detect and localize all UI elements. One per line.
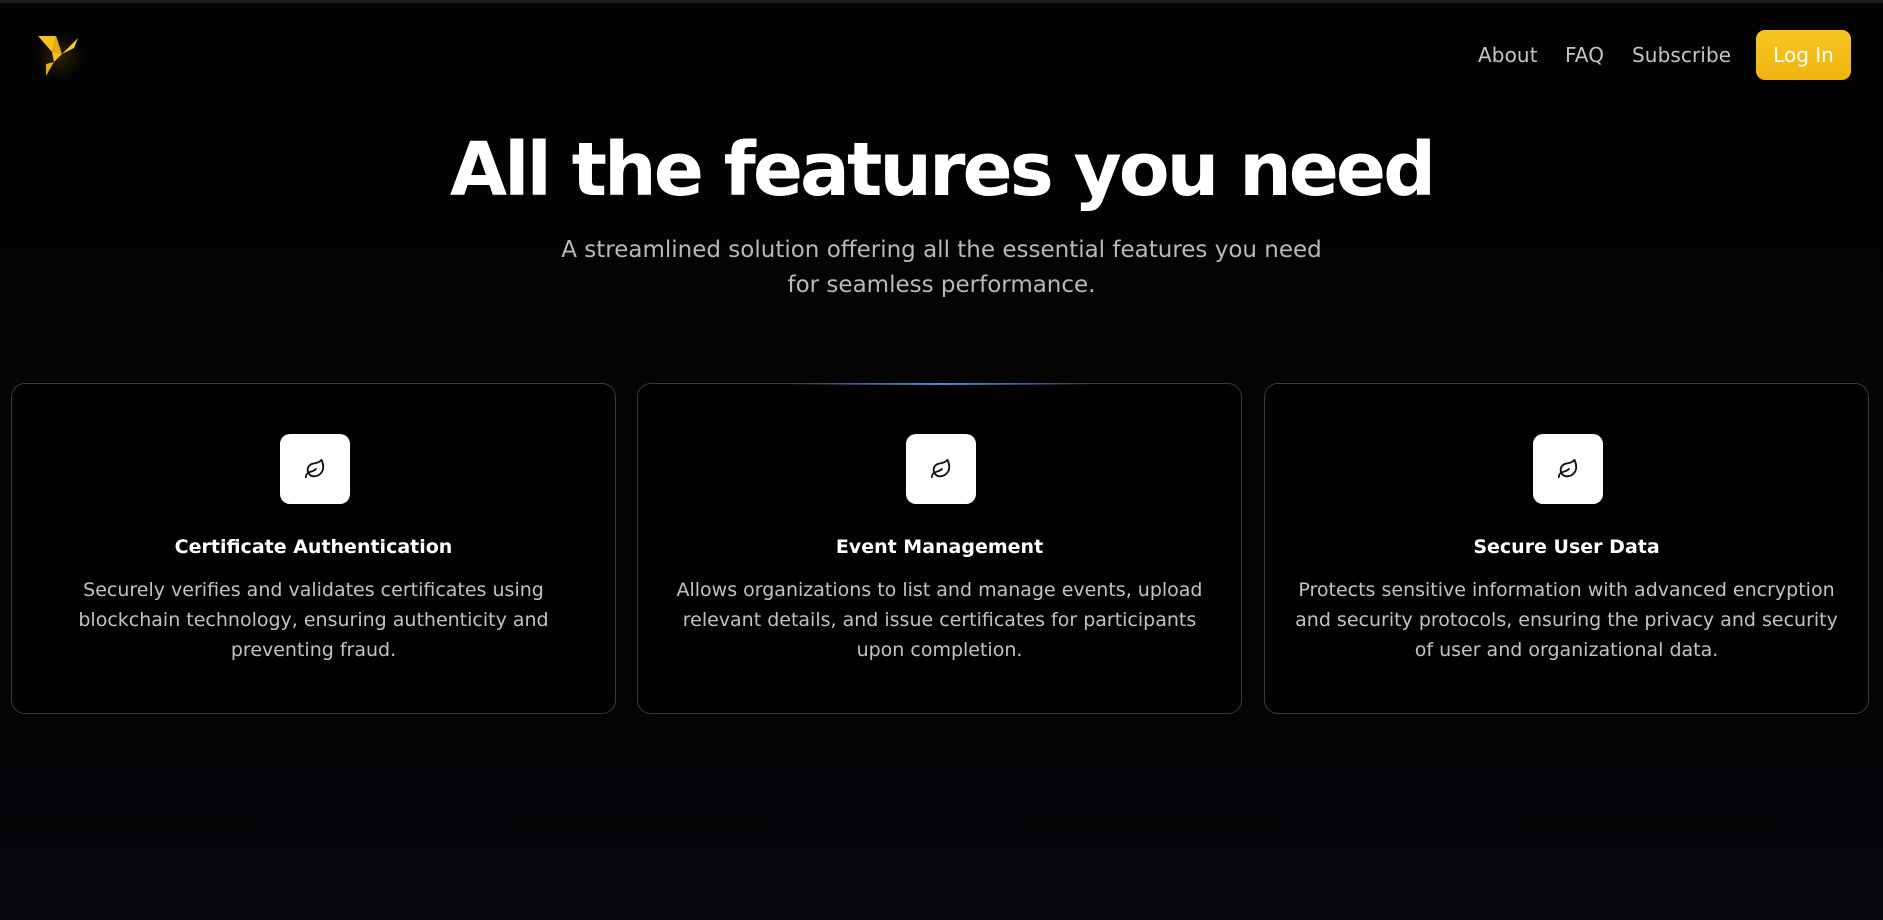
top-border (0, 0, 1883, 3)
login-button[interactable]: Log In (1756, 30, 1851, 80)
feature-icon-box (280, 434, 350, 504)
page-title: All the features you need (449, 127, 1436, 213)
feature-card-event-management: Event Management Allows organizations to… (637, 383, 1242, 714)
bird-logo-icon[interactable] (34, 32, 84, 80)
features-page: About FAQ Subscribe Log In All the featu… (0, 0, 1883, 920)
nav-faq-link[interactable]: FAQ (1565, 43, 1604, 67)
leaf-icon (304, 458, 325, 479)
feature-title: Secure User Data (1473, 536, 1660, 558)
nav-subscribe-link[interactable]: Subscribe (1632, 43, 1731, 67)
leaf-icon (930, 458, 951, 479)
feature-description: Securely verifies and validates certific… (78, 579, 549, 661)
feature-description: Protects sensitive information with adva… (1295, 579, 1838, 661)
feature-description: Allows organizations to list and manage … (676, 579, 1203, 661)
feature-card-secure-user-data: Secure User Data Protects sensitive info… (1264, 383, 1869, 714)
nav-about-link[interactable]: About (1478, 43, 1538, 67)
feature-title: Event Management (835, 536, 1044, 558)
feature-title: Certificate Authentication (174, 536, 453, 558)
feature-icon-box (1533, 434, 1603, 504)
feature-card-certificate-authentication: Certificate Authentication Securely veri… (11, 383, 616, 714)
card-highlight-glow (788, 383, 1093, 385)
page-subtitle: A streamlined solution offering all the … (561, 237, 1322, 298)
leaf-icon (1557, 458, 1578, 479)
feature-icon-box (906, 434, 976, 504)
